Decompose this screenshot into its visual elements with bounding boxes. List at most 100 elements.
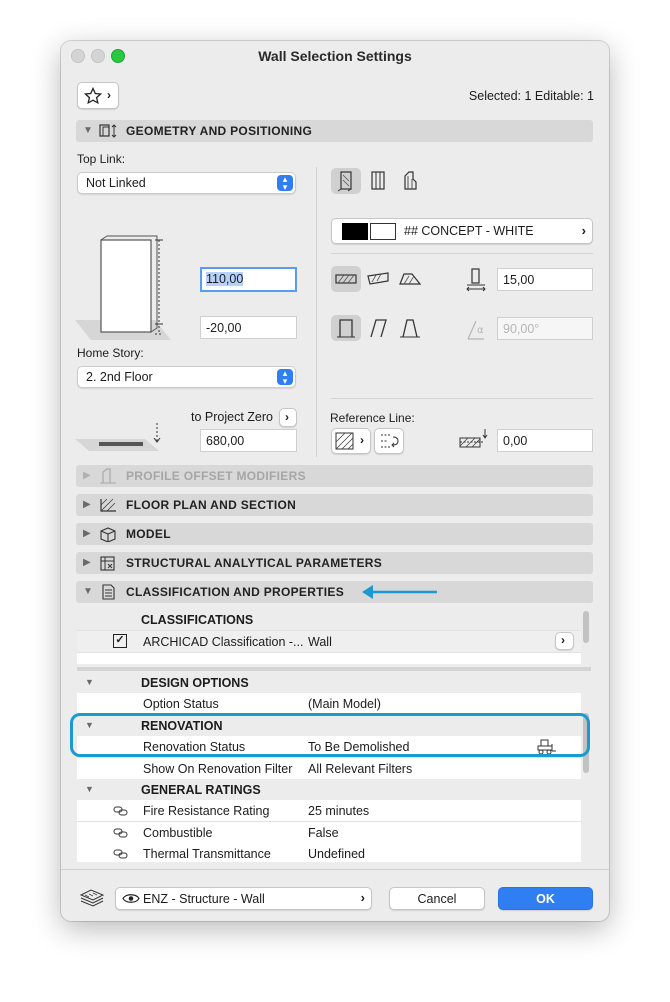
top-link-select[interactable]: Not Linked ▴ ▾ xyxy=(77,172,296,194)
favorites-button[interactable]: › xyxy=(77,82,119,109)
settings-window: Wall Selection Settings › Selected: 1 Ed… xyxy=(61,41,609,921)
property-row[interactable]: Renovation Status To Be Demolished xyxy=(77,736,581,758)
straight-wall-icon xyxy=(335,274,357,284)
property-name: Option Status xyxy=(143,697,219,711)
basic-wall-button[interactable] xyxy=(331,168,361,194)
fill-white-swatch xyxy=(370,223,396,240)
polygonal-wall-icon xyxy=(399,273,422,285)
composite-wall-button[interactable] xyxy=(363,168,393,194)
fill-black-swatch xyxy=(342,223,368,240)
classifications-scrollbar[interactable] xyxy=(583,611,589,643)
collapsed-triangle-icon: ▶ xyxy=(83,557,91,568)
wall-thickness-icon xyxy=(466,268,486,292)
group-label: DESIGN OPTIONS xyxy=(141,676,249,690)
link-chain-icon xyxy=(113,849,128,859)
property-row[interactable]: Thermal Transmittance Undefined xyxy=(77,843,581,862)
property-value: 25 minutes xyxy=(308,804,370,818)
wall-elevation-diagram-icon xyxy=(75,235,171,340)
vertical-profile-icon xyxy=(337,319,355,338)
classifications-header-row: CLASSIFICATIONS xyxy=(77,609,581,631)
property-row[interactable]: Fire Resistance Rating 25 minutes xyxy=(77,800,581,822)
section-geometry-header[interactable]: ▼ GEOMETRY AND POSITIONING xyxy=(76,120,593,142)
section-geometry-label: GEOMETRY AND POSITIONING xyxy=(126,124,313,138)
home-story-value: 2. 2nd Floor xyxy=(86,370,153,384)
properties-table: ▼ DESIGN OPTIONS Option Status (Main Mod… xyxy=(77,672,581,862)
link-chain-icon xyxy=(113,828,128,838)
property-row[interactable]: Option Status (Main Model) xyxy=(77,693,581,715)
cancel-button[interactable]: Cancel xyxy=(389,887,485,910)
property-row[interactable]: Combustible False xyxy=(77,822,581,844)
slant-angle-input[interactable]: 90,00° xyxy=(497,317,593,340)
section-classification-header[interactable]: ▼ CLASSIFICATION AND PROPERTIES xyxy=(76,581,593,603)
link-chain-icon xyxy=(113,806,128,816)
footer-divider xyxy=(61,869,609,870)
title-bar: Wall Selection Settings xyxy=(61,41,609,71)
flip-direction-icon xyxy=(381,434,399,448)
ok-button[interactable]: OK xyxy=(498,887,593,910)
section-floor-plan-header[interactable]: ▶ FLOOR PLAN AND SECTION xyxy=(76,494,593,516)
property-name: Combustible xyxy=(143,826,213,840)
section-floor-plan-label: FLOOR PLAN AND SECTION xyxy=(126,498,297,512)
home-story-select[interactable]: 2. 2nd Floor ▴ ▾ xyxy=(77,366,296,388)
selection-info: Selected: 1 Editable: 1 xyxy=(468,89,594,103)
section-model-label: MODEL xyxy=(126,527,171,541)
reference-line-offset-icon xyxy=(459,429,488,448)
chevron-right-icon: › xyxy=(107,88,111,102)
star-icon xyxy=(84,87,102,105)
chevron-right-icon: › xyxy=(285,410,289,424)
layer-name: ENZ - Structure - Wall xyxy=(143,892,265,906)
property-value: All Relevant Filters xyxy=(308,762,413,776)
property-value: False xyxy=(308,826,339,840)
chevron-right-icon: › xyxy=(581,223,586,238)
property-value: To Be Demolished xyxy=(308,740,410,754)
classification-name: ARCHICAD Classification -... xyxy=(143,635,304,649)
section-profile-offset-header[interactable]: ▶ PROFILE OFFSET MODIFIERS xyxy=(76,465,593,487)
splitter[interactable] xyxy=(77,667,591,671)
slanted-profile-button[interactable] xyxy=(363,315,393,341)
layer-select-button[interactable]: ENZ - Structure - Wall › xyxy=(115,887,372,910)
section-model-header[interactable]: ▶ MODEL xyxy=(76,523,593,545)
property-name: Fire Resistance Rating xyxy=(143,804,270,818)
project-zero-diagram-icon xyxy=(75,423,161,451)
divider xyxy=(331,253,593,254)
wall-thickness-input[interactable]: 15,00 xyxy=(497,268,593,291)
slant-angle-icon: α xyxy=(467,320,484,340)
home-story-label: Home Story: xyxy=(77,346,144,360)
property-value: Undefined xyxy=(308,847,365,861)
double-slanted-profile-button[interactable] xyxy=(395,315,425,341)
classification-row-partial xyxy=(77,653,581,664)
properties-scrollbar[interactable] xyxy=(583,713,589,773)
chevron-right-icon: › xyxy=(360,433,364,447)
reference-line-offset-input[interactable]: 0,00 xyxy=(497,429,593,452)
reference-line-label: Reference Line: xyxy=(330,411,415,425)
project-zero-input[interactable]: 680,00 xyxy=(200,429,297,452)
classification-row[interactable]: ✓ ARCHICAD Classification -... Wall › xyxy=(77,631,581,653)
section-structural-header[interactable]: ▶ STRUCTURAL ANALYTICAL PARAMETERS xyxy=(76,552,593,574)
classification-select-button[interactable]: › xyxy=(555,632,574,650)
trapezoid-wall-icon xyxy=(367,272,389,285)
reference-level-button[interactable]: › xyxy=(279,408,297,427)
polygonal-wall-button[interactable] xyxy=(395,266,425,292)
property-row[interactable]: Show On Renovation Filter All Relevant F… xyxy=(77,758,581,780)
layers-icon xyxy=(79,889,105,907)
straight-wall-button[interactable] xyxy=(331,266,361,292)
expanded-triangle-icon: ▼ xyxy=(85,720,94,730)
group-row[interactable]: ▼ RENOVATION xyxy=(77,715,581,737)
classification-value: Wall xyxy=(308,635,332,649)
checkbox-checked-icon[interactable]: ✓ xyxy=(113,634,127,648)
flip-direction-button[interactable] xyxy=(374,428,404,454)
vertical-profile-button[interactable] xyxy=(331,315,361,341)
updown-arrows-icon: ▴ ▾ xyxy=(277,175,293,192)
property-name: Show On Renovation Filter xyxy=(143,762,293,776)
group-row[interactable]: ▼ GENERAL RATINGS xyxy=(77,779,581,801)
top-link-label: Top Link: xyxy=(77,152,126,166)
trapezoid-wall-button[interactable] xyxy=(363,266,393,292)
double-slanted-profile-icon xyxy=(400,319,420,338)
group-row[interactable]: ▼ DESIGN OPTIONS xyxy=(77,672,581,694)
profile-wall-button[interactable] xyxy=(395,168,425,194)
base-offset-input[interactable]: -20,00 xyxy=(200,316,297,339)
composite-select-button[interactable]: ## CONCEPT - WHITE › xyxy=(331,218,593,244)
wall-height-input[interactable]: 110,00 xyxy=(200,267,297,292)
reference-line-button[interactable]: › xyxy=(331,428,371,454)
renovation-bulldozer-icon xyxy=(537,739,556,755)
